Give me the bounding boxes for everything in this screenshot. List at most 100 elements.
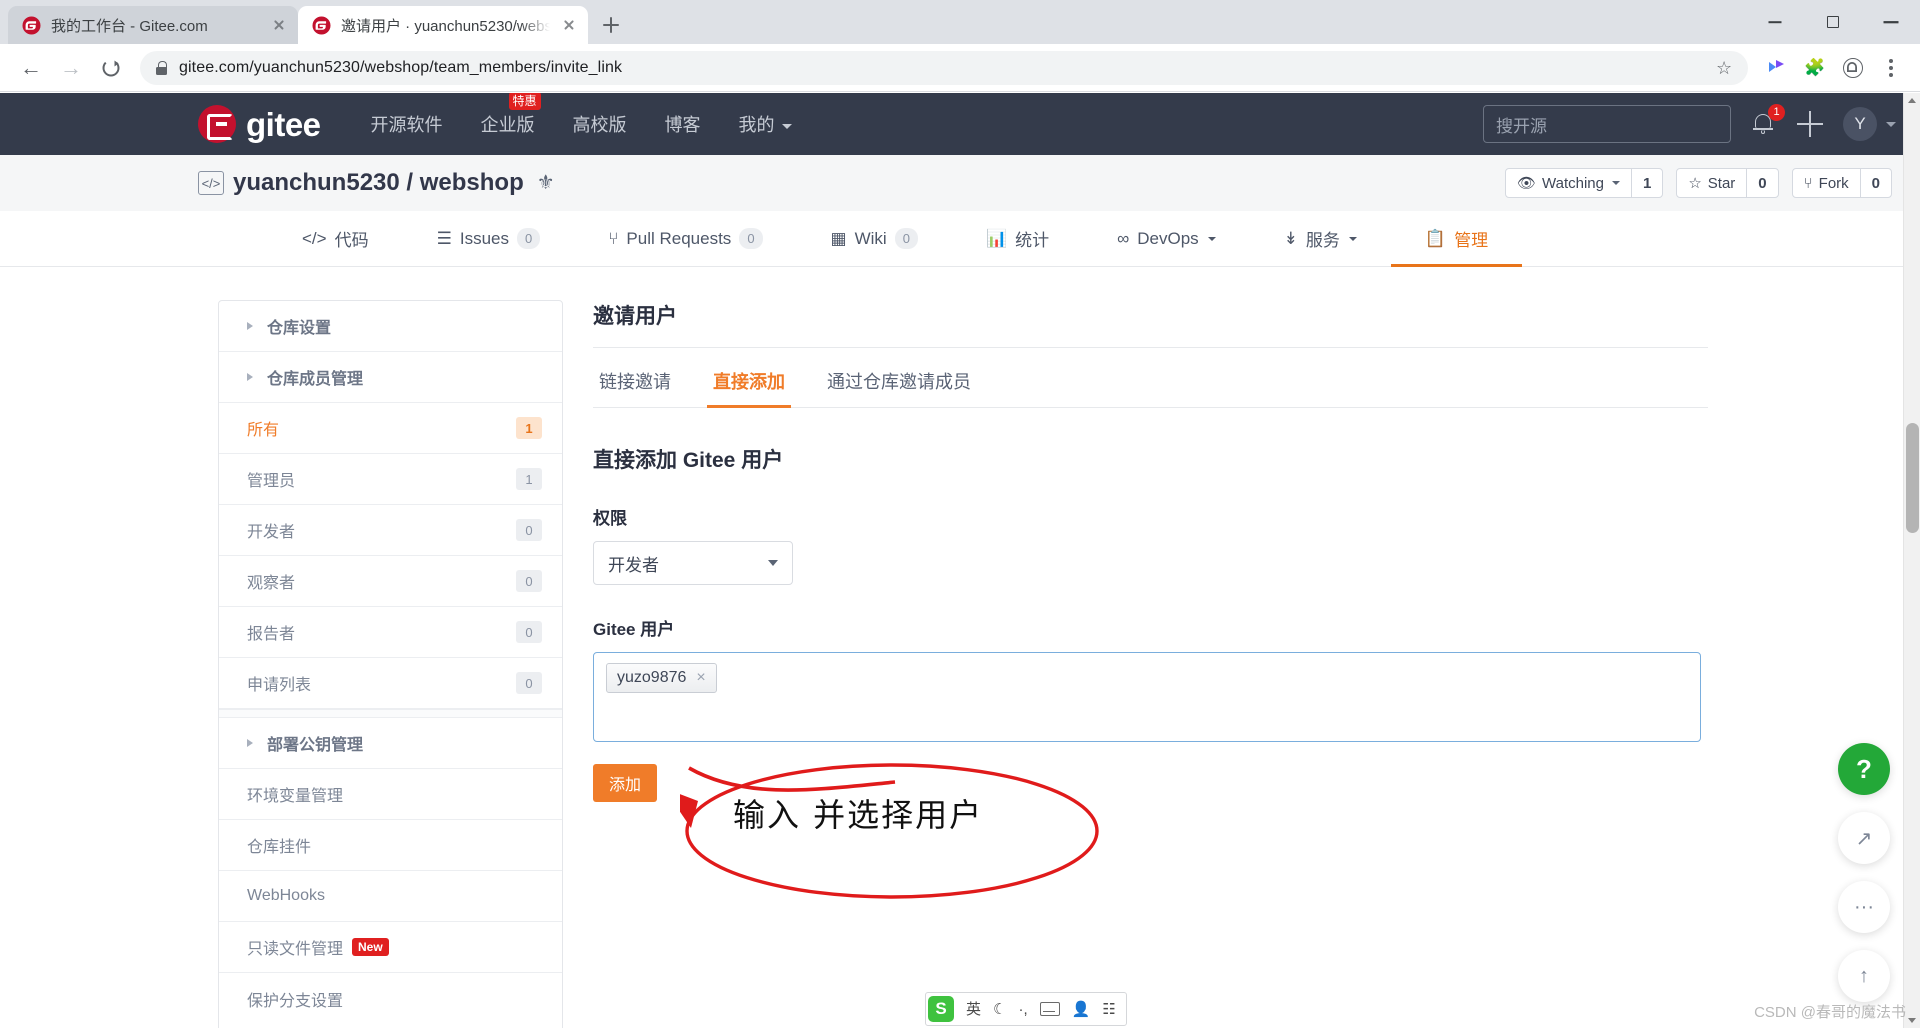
sidebar-item-observer[interactable]: 观察者 0: [219, 556, 562, 607]
breadcrumb[interactable]: yuanchun5230 / webshop: [233, 169, 524, 197]
tab-devops[interactable]: ∞ DevOps: [1083, 211, 1250, 266]
tab-pull-requests-label: Pull Requests: [626, 228, 732, 248]
fork-button[interactable]: ⑂ Fork 0: [1791, 168, 1892, 198]
tab-wiki[interactable]: ▦ Wiki 0: [797, 211, 952, 266]
scroll-down-arrow-icon[interactable]: [1904, 1011, 1920, 1028]
close-icon[interactable]: ×: [696, 670, 705, 686]
chrome-menu-icon[interactable]: [1874, 51, 1908, 85]
tab-issues-count: 0: [516, 227, 541, 250]
chevron-down-icon: [1611, 181, 1620, 185]
scrollbar-thumb[interactable]: [1906, 423, 1919, 533]
search-input[interactable]: 搜开源: [1483, 105, 1731, 143]
nav-item-mine[interactable]: 我的: [739, 111, 792, 137]
sogou-logo-icon[interactable]: S: [928, 996, 954, 1022]
help-icon[interactable]: ?: [1838, 743, 1890, 795]
watch-button[interactable]: 👁 Watching 1: [1504, 168, 1664, 198]
forward-button[interactable]: →: [52, 49, 90, 87]
maximize-button[interactable]: [1804, 0, 1862, 44]
sidebar-item-deploy-keys[interactable]: 部署公钥管理: [219, 718, 562, 769]
share-icon[interactable]: ↗: [1838, 812, 1890, 864]
sidebar-item-developer[interactable]: 开发者 0: [219, 505, 562, 556]
nav-item-campus[interactable]: 高校版: [573, 111, 627, 137]
tab-statistics[interactable]: 📊 统计: [952, 211, 1083, 266]
notification-bell-icon[interactable]: 1: [1751, 104, 1785, 137]
sidebar-item-readonly-files[interactable]: 只读文件管理 New: [219, 922, 562, 973]
tab-issues[interactable]: ☰ Issues 0: [403, 211, 575, 266]
tab-services[interactable]: ↡ 服务: [1250, 211, 1391, 266]
sidebar-item-webhooks[interactable]: WebHooks: [219, 871, 562, 922]
gitee-global-nav: gitee 开源软件 企业版 特惠 高校版 博客 我的 搜开源 1 Y: [0, 93, 1920, 155]
tab-direct-add[interactable]: 直接添加: [707, 368, 791, 408]
tab-link-invite[interactable]: 链接邀请: [593, 368, 677, 407]
close-window-button[interactable]: [1862, 0, 1920, 44]
sidebar-item-protected-branches[interactable]: 保护分支设置: [219, 973, 562, 1024]
sidebar-item-repo-settings[interactable]: 仓库设置: [219, 301, 562, 352]
tab-code[interactable]: </> 代码: [268, 211, 403, 266]
tab-devops-label: DevOps: [1137, 228, 1199, 248]
watermark: CSDN @春哥的魔法书: [1754, 1004, 1906, 1021]
tab-invite-via-repo[interactable]: 通过仓库邀请成员: [821, 368, 977, 407]
user-menu[interactable]: Y: [1843, 107, 1896, 141]
sidebar-item-count: 0: [516, 621, 542, 643]
sidebar-item-member-management[interactable]: 仓库成员管理: [219, 352, 562, 403]
permission-select[interactable]: 开发者: [593, 541, 793, 585]
sidebar-item-all[interactable]: 所有 1: [219, 403, 562, 454]
add-button[interactable]: 添加: [593, 764, 657, 802]
back-button[interactable]: ←: [12, 49, 50, 87]
browser-tab-2-close-icon[interactable]: [560, 16, 578, 34]
repo-header: </> yuanchun5230 / webshop ⚜ 👁 Watching …: [0, 155, 1920, 211]
tab-code-label: 代码: [334, 231, 369, 250]
reload-button[interactable]: [92, 49, 130, 87]
punctuation-icon[interactable]: ·,: [1018, 1002, 1027, 1017]
apps-icon[interactable]: ☷: [1102, 1002, 1115, 1017]
tab-pull-requests[interactable]: ⑂ Pull Requests 0: [574, 211, 796, 266]
sidebar-item-count: 0: [516, 519, 542, 541]
sidebar-item-applications[interactable]: 申请列表 0: [219, 658, 562, 709]
vertical-scrollbar[interactable]: [1903, 93, 1920, 1028]
tab-manage[interactable]: 📋 管理: [1390, 211, 1523, 267]
ime-mode-label[interactable]: 英: [966, 1002, 981, 1017]
browser-tabstrip: 我的工作台 - Gitee.com 邀请用户 · yuanchun5230/we…: [0, 0, 1920, 44]
address-bar[interactable]: gitee.com/yuanchun5230/webshop/team_memb…: [140, 50, 1748, 85]
moon-icon[interactable]: ☾: [993, 1002, 1006, 1017]
nav-item-blog[interactable]: 博客: [665, 111, 701, 137]
sidebar-item-label: 部署公钥管理: [267, 737, 364, 754]
sidebar-item-label: 报告者: [247, 626, 296, 643]
browser-tab-2[interactable]: 邀请用户 · yuanchun5230/webs: [298, 6, 588, 44]
gitee-logo[interactable]: gitee: [198, 105, 321, 143]
keyboard-icon[interactable]: [1039, 1002, 1060, 1016]
minimize-button[interactable]: [1746, 0, 1804, 44]
scroll-top-icon[interactable]: ↑: [1838, 950, 1890, 1002]
feedback-icon[interactable]: ···: [1838, 881, 1890, 933]
user-token-label: yuzo9876: [617, 669, 687, 686]
person-icon[interactable]: 👤: [1072, 1002, 1091, 1017]
bookmark-star-icon[interactable]: ☆: [1716, 59, 1734, 77]
sidebar-item-reporter[interactable]: 报告者 0: [219, 607, 562, 658]
sidebar-item-label: 仓库设置: [267, 320, 332, 337]
nav-item-opensource[interactable]: 开源软件: [371, 111, 443, 137]
notification-count: 1: [1768, 104, 1785, 121]
create-new-icon[interactable]: [1797, 111, 1823, 137]
sidebar-item-label: 观察者: [247, 575, 296, 592]
user-token[interactable]: yuzo9876 ×: [606, 663, 717, 693]
page-title: 邀请用户: [593, 300, 1708, 348]
scroll-up-arrow-icon[interactable]: [1904, 93, 1920, 110]
profile-icon[interactable]: [1836, 51, 1870, 85]
gitee-user-input[interactable]: yuzo9876 ×: [593, 652, 1701, 742]
browser-tab-1-title: 我的工作台 - Gitee.com: [51, 17, 208, 35]
search-placeholder: 搜开源: [1496, 116, 1547, 136]
sidebar-item-admin[interactable]: 管理员 1: [219, 454, 562, 505]
extension-icon[interactable]: [1760, 51, 1794, 85]
invite-method-tabs: 链接邀请 直接添加 通过仓库邀请成员: [593, 368, 1708, 408]
puzzle-icon[interactable]: 🧩: [1798, 51, 1832, 85]
new-tab-button[interactable]: [594, 8, 628, 42]
sidebar-item-widgets[interactable]: 仓库挂件: [219, 820, 562, 871]
wiki-icon: ▦: [830, 228, 847, 248]
star-button[interactable]: ☆ Star 0: [1676, 168, 1779, 198]
sidebar-item-env-variables[interactable]: 环境变量管理: [219, 769, 562, 820]
browser-tab-1[interactable]: 我的工作台 - Gitee.com: [8, 6, 298, 44]
nav-item-enterprise[interactable]: 企业版 特惠: [481, 93, 541, 137]
browser-tab-1-close-icon[interactable]: [270, 16, 288, 34]
tab-wiki-label: Wiki: [854, 228, 887, 248]
page-viewport: gitee 开源软件 企业版 特惠 高校版 博客 我的 搜开源 1 Y </> …: [0, 93, 1920, 1028]
